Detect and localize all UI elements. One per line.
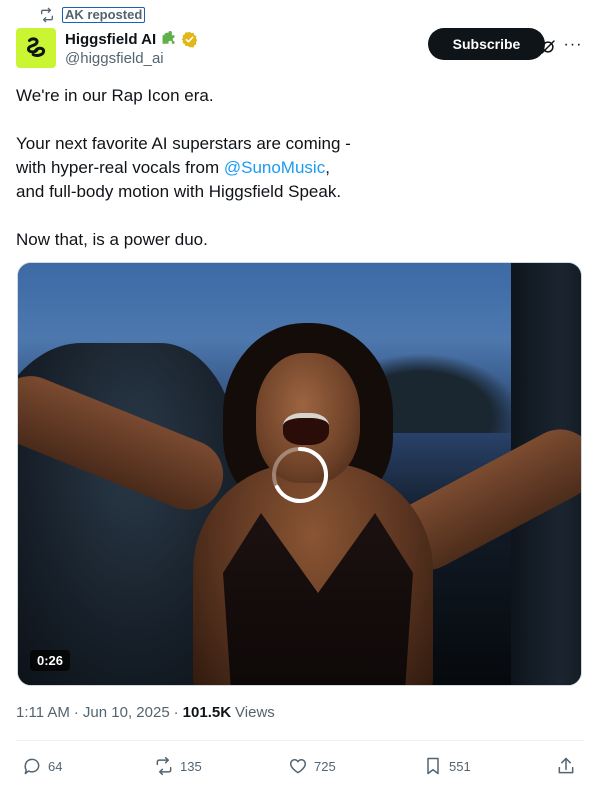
- views-label: Views: [235, 704, 275, 721]
- tweet-time[interactable]: 1:11 AM: [16, 704, 70, 721]
- repost-count: 135: [180, 758, 202, 774]
- higgsfield-logo-icon: [27, 37, 46, 57]
- video-player[interactable]: 0:26: [17, 262, 582, 686]
- bookmark-icon: [427, 757, 439, 775]
- meta-separator: ·: [173, 704, 179, 721]
- reply-button[interactable]: 64: [22, 752, 62, 780]
- author-names: Higgsfield AI @higgsfield_ai: [65, 29, 198, 67]
- grok-icon[interactable]: [537, 36, 559, 58]
- like-button[interactable]: 725: [288, 752, 336, 780]
- repost-button[interactable]: 135: [154, 752, 202, 780]
- divider: [16, 740, 584, 741]
- gold-verified-badge-icon[interactable]: [181, 31, 198, 48]
- tweet-date[interactable]: Jun 10, 2025: [83, 704, 170, 721]
- handle[interactable]: @higgsfield_ai: [65, 50, 198, 67]
- like-count: 725: [314, 758, 336, 774]
- views-count: 101.5K: [182, 704, 232, 721]
- puzzle-piece-icon[interactable]: [160, 30, 177, 48]
- repost-label[interactable]: AK reposted: [62, 7, 146, 23]
- avatar[interactable]: [16, 28, 56, 68]
- tweet-header: Higgsfield AI @higgsfield_ai Subscribe ·…: [16, 28, 584, 72]
- tweet-text-segment: ,: [325, 158, 330, 177]
- reply-count: 64: [48, 758, 63, 774]
- bookmark-count: 551: [449, 758, 471, 774]
- heart-icon: [289, 759, 307, 774]
- repost-icon: [38, 6, 56, 24]
- mention-link[interactable]: @SunoMusic: [224, 158, 325, 177]
- more-options-button[interactable]: ···: [562, 34, 584, 56]
- tweet-line: We're in our Rap Icon era.: [16, 86, 214, 105]
- tweet-meta: 1:11 AM · Jun 10, 2025 · 101.5K Views: [16, 704, 275, 721]
- repost-icon: [156, 756, 172, 776]
- repost-context[interactable]: AK reposted: [38, 6, 146, 24]
- tweet-line: Now that, is a power duo.: [16, 230, 208, 249]
- share-icon: [558, 757, 574, 774]
- action-bar: 64 135 725 551: [16, 752, 584, 780]
- meta-separator: ·: [73, 704, 79, 721]
- reply-icon: [24, 758, 40, 775]
- tweet-line: with hyper-real vocals from @SunoMusic,: [16, 156, 576, 180]
- loading-spinner-icon: [272, 446, 329, 503]
- share-button[interactable]: [556, 752, 576, 780]
- tweet-text-segment: with hyper-real vocals from: [16, 158, 224, 177]
- display-name[interactable]: Higgsfield AI: [65, 31, 156, 48]
- video-duration: 0:26: [30, 650, 71, 671]
- tweet-line: Your next favorite AI superstars are com…: [16, 134, 351, 153]
- bookmark-button[interactable]: 551: [423, 752, 471, 780]
- tweet-line: and full-body motion with Higgsfield Spe…: [16, 182, 342, 201]
- subscribe-button[interactable]: Subscribe: [428, 28, 545, 60]
- tweet-text: We're in our Rap Icon era. Your next fav…: [16, 84, 576, 252]
